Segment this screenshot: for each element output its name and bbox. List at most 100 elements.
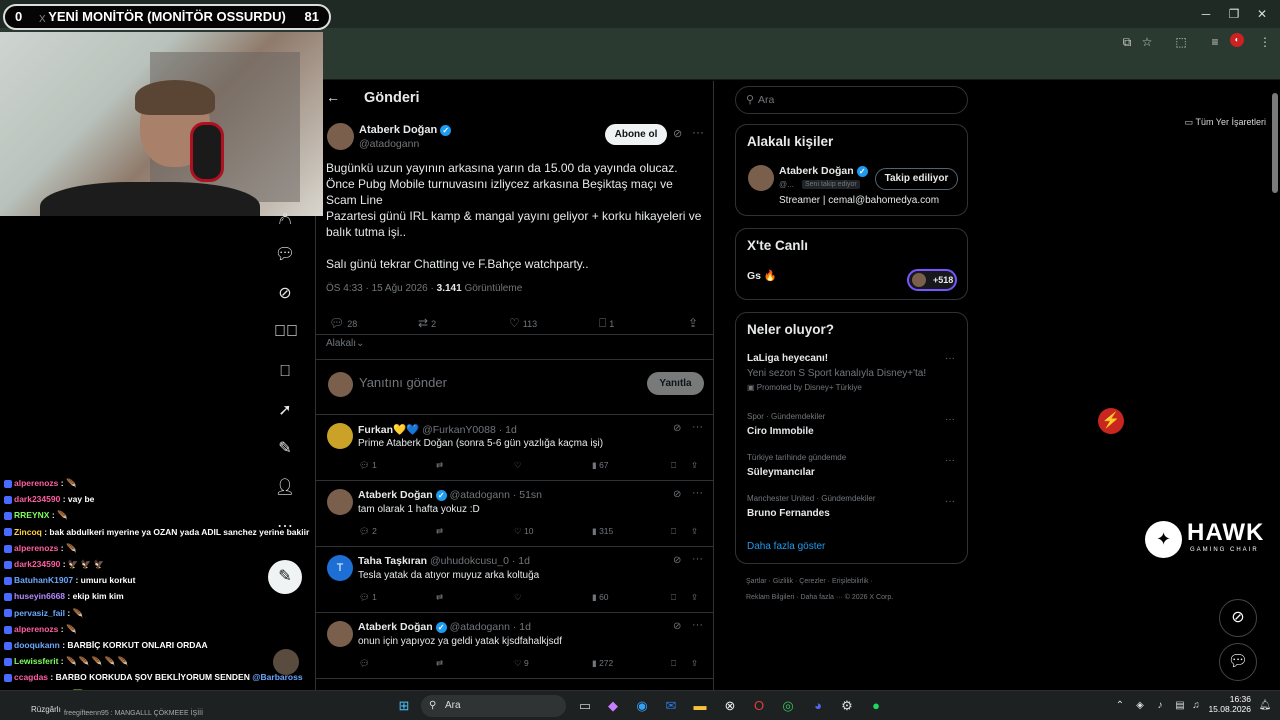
page-scrollbar[interactable] [1270, 81, 1280, 693]
more-options-icon[interactable]: ··· [692, 553, 703, 565]
reply-author[interactable]: Furkan💛💙 @FurkanY0088 · 1d [358, 423, 517, 436]
file-explorer-icon[interactable]: ▬ [690, 696, 710, 716]
reply-author[interactable]: Taha Taşkıran @uhudokcusu_0 · 1d [358, 555, 530, 567]
clock[interactable]: 16:36 15.08.2026 [1200, 694, 1251, 714]
chat-username[interactable]: dooqukann [14, 640, 60, 650]
bookmark-action[interactable]: ⎕ 1 [599, 316, 614, 331]
back-arrow-icon[interactable]: ← [326, 89, 340, 105]
chat-username[interactable]: alperenozs [14, 624, 58, 634]
grok-nav-icon[interactable]: ⊘ [274, 283, 296, 305]
chat-username[interactable]: ccagdas [14, 672, 48, 682]
messages-fab-icon[interactable]: 💬︎ [1219, 643, 1257, 681]
like-action[interactable]: ♡ 113 [509, 316, 537, 330]
reading-list-icon[interactable]: ≡ [1206, 33, 1224, 51]
opera-icon[interactable]: O [749, 696, 769, 716]
reply-input[interactable]: Yanıtını gönder [359, 375, 447, 390]
author-handle[interactable]: @atadogann [359, 138, 419, 150]
reply-avatar[interactable] [327, 621, 353, 647]
more-options-icon[interactable]: ··· [945, 496, 955, 507]
share-action[interactable]: ⇪ [691, 460, 698, 471]
views-action[interactable]: ▮ 315 [592, 526, 613, 537]
profile-avatar-icon[interactable]: ◐ [1230, 33, 1244, 47]
grok-fab-icon[interactable]: ⊘ [1219, 599, 1257, 637]
tray-chevron-icon[interactable]: ⌃ [1110, 696, 1130, 716]
more-options-icon[interactable]: ··· [692, 487, 703, 499]
tray-app-icon[interactable]: ◈ [1130, 696, 1150, 716]
share-action[interactable]: ⇪ [688, 316, 701, 330]
chat-username[interactable]: pervasiz_fail [14, 608, 65, 618]
chat-username[interactable]: alperenozs [14, 478, 58, 488]
search-bar[interactable]: ⚲ Ara [735, 86, 968, 114]
share-action[interactable]: ⇪ [691, 658, 698, 669]
grok-icon[interactable]: ⊘ [673, 621, 681, 632]
xbox-icon[interactable]: ⊗ [720, 696, 740, 716]
bookmark-action[interactable]: ⎕ [671, 658, 676, 669]
bookmark-star-icon[interactable]: ☆ [1138, 33, 1156, 51]
chat-username[interactable]: dark234590 [14, 494, 60, 504]
premium-rocket-icon[interactable]: ➚ [274, 400, 296, 422]
like-action[interactable]: ♡ 9 [514, 658, 529, 669]
grok-icon[interactable]: ⊘ [673, 423, 681, 434]
repost-action[interactable]: ⇄ [436, 658, 443, 669]
subscribe-button[interactable]: Abone ol [605, 124, 667, 145]
more-options-icon[interactable]: ··· [945, 455, 955, 466]
chrome-icon[interactable]: ◎ [778, 696, 798, 716]
show-more-link[interactable]: Daha fazla göster [747, 541, 825, 552]
chat-username[interactable]: BatuhanK1907 [14, 575, 73, 585]
messages-icon[interactable]: 💬︎ [274, 244, 296, 266]
scroll-thumb[interactable] [1272, 93, 1278, 193]
maximize-icon[interactable]: ❐ [1224, 6, 1244, 22]
grok-icon[interactable]: ⊘ [673, 489, 681, 500]
microphone-icon[interactable]: ♪ [1150, 696, 1170, 716]
chat-username[interactable]: Zincoq [14, 527, 42, 537]
all-bookmarks-folder[interactable]: ▭ Tüm Yer İşaretleri [1185, 117, 1266, 128]
task-view-icon[interactable]: ▭ [575, 696, 595, 716]
articles-icon[interactable]: ✎ [274, 438, 296, 460]
bookmark-action[interactable]: ⎕ [671, 592, 676, 603]
verified-nav-icon[interactable]: ✓⃝ [274, 321, 298, 343]
author-name[interactable]: Ataberk Doğan ✓ [359, 124, 452, 136]
reply-item[interactable]: T Taha Taşkıran @uhudokcusu_0 · 1d Tesla y… [316, 547, 713, 613]
repost-action[interactable]: ⇄ [436, 460, 443, 471]
reply-item[interactable]: Furkan💛💙 @FurkanY0088 · 1d Prime Ataberk … [316, 415, 713, 481]
footer-links-2[interactable]: Reklam Bilgileri · Daha fazla ··· © 2026… [746, 594, 893, 601]
app-icon[interactable]: ⚙ [837, 696, 857, 716]
chat-username[interactable]: alperenozs [14, 543, 58, 553]
footer-links[interactable]: Şartlar · Gizlilik · Çerezler · Erişileb… [746, 578, 873, 585]
taskbar-search[interactable]: ⚲ Ara [421, 695, 566, 717]
author-avatar[interactable] [327, 123, 354, 150]
reply-avatar[interactable] [327, 423, 353, 449]
reply-avatar[interactable] [327, 489, 353, 515]
reply-button[interactable]: Yanıtla [647, 372, 704, 395]
views-action[interactable]: ▮ 272 [592, 658, 613, 669]
views-action[interactable]: ▮ 67 [592, 460, 609, 471]
menu-icon[interactable]: ⋮ [1256, 33, 1274, 51]
reply-action[interactable]: 💬︎ [359, 658, 370, 669]
repost-action[interactable]: ⇄ [436, 526, 443, 537]
rp-avatar[interactable] [748, 165, 774, 191]
share-action[interactable]: ⇪ [691, 526, 698, 537]
copilot-icon[interactable]: ◆ [603, 696, 623, 716]
chat-username[interactable]: dark234590 [14, 559, 60, 569]
views-action[interactable]: ▮ 60 [592, 592, 609, 603]
notifications-icon[interactable]: 🔔︎ [274, 212, 296, 224]
more-options-icon[interactable]: ··· [945, 414, 955, 425]
sort-dropdown[interactable]: Alakalı⌄ [326, 338, 364, 349]
weather-label[interactable]: Rüzgârlı [31, 705, 61, 714]
reply-avatar[interactable]: T [327, 555, 353, 581]
extensions-icon[interactable]: ⬚ [1172, 33, 1190, 51]
chat-username[interactable]: huseyin6668 [14, 591, 65, 601]
repost-action[interactable]: ⇄ 2 [418, 316, 436, 330]
like-action[interactable]: ♡ 10 [514, 526, 533, 537]
reply-author[interactable]: Ataberk Doğan ✓ @atadogann · 51sn [358, 489, 542, 501]
bookmark-action[interactable]: ⎕ [671, 526, 676, 537]
chat-username[interactable]: Lewissferit [14, 656, 58, 666]
minimize-icon[interactable]: ─ [1196, 6, 1216, 22]
rp-name[interactable]: Ataberk Doğan ✓ [779, 165, 868, 177]
grok-icon[interactable]: ⊘ [673, 127, 682, 140]
more-options-icon[interactable]: ··· [692, 125, 704, 139]
reply-action[interactable]: 💬︎ 2 [359, 526, 377, 537]
windows-start-icon[interactable]: ⊞ [394, 696, 414, 716]
like-action[interactable]: ♡ [514, 460, 522, 471]
more-options-icon[interactable]: ··· [692, 421, 703, 433]
